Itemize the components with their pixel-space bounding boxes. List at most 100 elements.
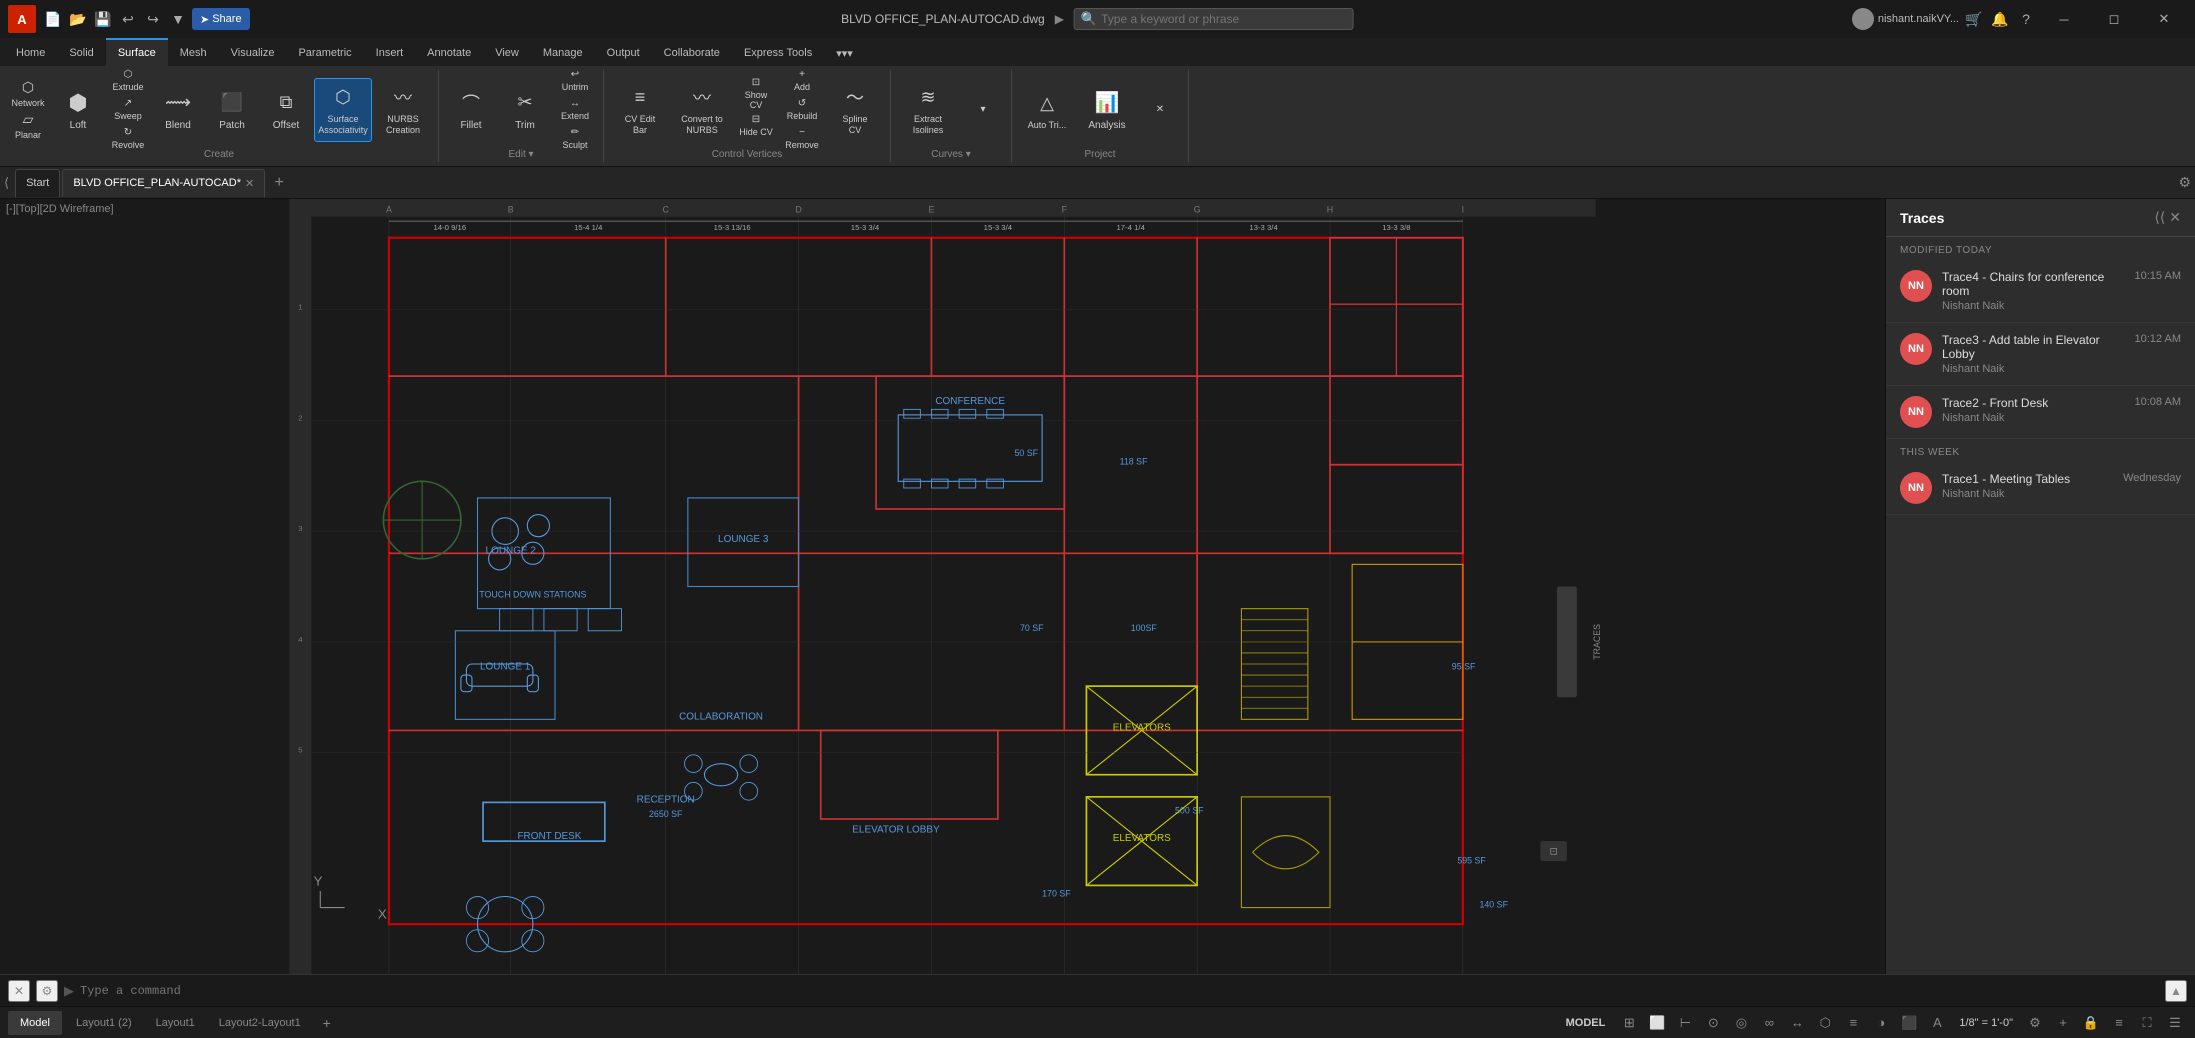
extract-isolines-button[interactable]: ≋ ExtractIsolines	[897, 78, 959, 142]
offset-button[interactable]: ⧉ Offset	[260, 78, 312, 142]
snap-icon[interactable]: ⬜	[1645, 1011, 1669, 1035]
traces-close-button[interactable]: ✕	[2169, 209, 2181, 226]
tab-close-icon[interactable]: ✕	[245, 177, 254, 190]
user-info[interactable]: nishant.naikVY...	[1852, 8, 1959, 30]
tab-collaborate[interactable]: Collaborate	[652, 38, 732, 66]
model-tab[interactable]: Model	[8, 1011, 62, 1035]
cmdline-close-button[interactable]: ✕	[8, 980, 30, 1002]
blend-button[interactable]: ⟿ Blend	[152, 78, 204, 142]
save-button[interactable]: 💾	[92, 8, 114, 30]
selection-icon[interactable]: ⬛	[1897, 1011, 1921, 1035]
command-input[interactable]	[80, 984, 2159, 998]
tab-output[interactable]: Output	[595, 38, 652, 66]
tab-solid[interactable]: Solid	[57, 38, 105, 66]
auto-tri-button[interactable]: △ Auto Tri...	[1018, 78, 1076, 142]
tab-mesh[interactable]: Mesh	[168, 38, 219, 66]
traces-collapse-button[interactable]: ⟨⟨	[2154, 209, 2165, 226]
canvas-area[interactable]: [-][Top][2D Wireframe] A B C D E F G	[0, 199, 1885, 974]
layout-tab-3[interactable]: Layout2-Layout1	[209, 1011, 311, 1035]
trace-item-2[interactable]: NN Trace2 - Front Desk Nishant Naik 10:0…	[1886, 386, 2195, 439]
trim-button[interactable]: ✂ Trim	[499, 78, 551, 142]
layout-tab-1[interactable]: Layout1 (2)	[66, 1011, 142, 1035]
layout-add-button[interactable]: +	[315, 1011, 339, 1035]
undo-button[interactable]: ↩	[117, 8, 139, 30]
dropdown-button[interactable]: ▼	[167, 8, 189, 30]
cart-button[interactable]: 🛒	[1963, 8, 1985, 30]
revolve-button[interactable]: ↻ Revolve	[106, 125, 150, 152]
nurbs-creation-button[interactable]: 〰 NURBSCreation	[374, 78, 432, 142]
patch-button[interactable]: ⬛ Patch	[206, 78, 258, 142]
add-button[interactable]: + Add	[780, 67, 824, 94]
osnap-icon[interactable]: ◎	[1729, 1011, 1753, 1035]
fullscreen-icon[interactable]: ⛶	[2135, 1011, 2159, 1035]
tab-settings-icon[interactable]: ⚙	[2178, 174, 2191, 191]
tab-surface[interactable]: Surface	[106, 38, 168, 66]
fillet-button[interactable]: ⌒ Fillet	[445, 78, 497, 142]
tab-add-button[interactable]: +	[267, 171, 291, 195]
redo-button[interactable]: ↪	[142, 8, 164, 30]
sweep-button[interactable]: ↗ Sweep	[106, 96, 150, 123]
maximize-button[interactable]: ◻	[2091, 0, 2137, 38]
tab-view[interactable]: View	[483, 38, 531, 66]
show-cv-button[interactable]: ⊡ Show CV	[734, 79, 778, 109]
close-ribbon-btn[interactable]: ✕	[1138, 95, 1182, 125]
open-button[interactable]: 📂	[67, 8, 89, 30]
analysis-button[interactable]: 📊 Analysis	[1078, 78, 1136, 142]
otrack-icon[interactable]: ∞	[1757, 1011, 1781, 1035]
tab-start[interactable]: Start	[15, 169, 60, 197]
search-box[interactable]: 🔍	[1074, 8, 1354, 30]
surface-associativity-button[interactable]: ⬡ SurfaceAssociativity	[314, 78, 372, 142]
svg-text:3: 3	[298, 524, 302, 533]
settings-icon[interactable]: ⚙	[2023, 1011, 2047, 1035]
trace-item-4[interactable]: NN Trace4 - Chairs for conference room N…	[1886, 260, 2195, 323]
lweight-icon[interactable]: ≡	[1841, 1011, 1865, 1035]
tab-annotate[interactable]: Annotate	[415, 38, 483, 66]
sculpt-button[interactable]: ✏ Sculpt	[553, 125, 597, 152]
minimize-button[interactable]: ─	[2041, 0, 2087, 38]
tab-manage[interactable]: Manage	[531, 38, 595, 66]
loft-button[interactable]: ⬢ Loft	[52, 78, 104, 142]
tab-insert[interactable]: Insert	[364, 38, 416, 66]
rebuild-button[interactable]: ↺ Rebuild	[780, 96, 824, 123]
new-button[interactable]: 📄	[42, 8, 64, 30]
spline-cv-button[interactable]: 〜 SplineCV	[826, 78, 884, 142]
search-input[interactable]	[1101, 12, 1341, 26]
ducs-icon[interactable]: ↔	[1785, 1011, 1809, 1035]
notification-button[interactable]: 🔔	[1989, 8, 2011, 30]
network-button[interactable]: ⬡ Network	[6, 79, 50, 109]
trace-item-1[interactable]: NN Trace1 - Meeting Tables Nishant Naik …	[1886, 462, 2195, 515]
trace-item-3[interactable]: NN Trace3 - Add table in Elevator Lobby …	[1886, 323, 2195, 386]
share-button[interactable]: ➤ Share	[192, 8, 250, 30]
properties-icon[interactable]: ≡	[2107, 1011, 2131, 1035]
tab-express-tools[interactable]: Express Tools	[732, 38, 824, 66]
grid-icon[interactable]: ⊞	[1617, 1011, 1641, 1035]
close-button[interactable]: ✕	[2141, 0, 2187, 38]
layout-tab-2[interactable]: Layout1	[146, 1011, 205, 1035]
help-button[interactable]: ?	[2015, 8, 2037, 30]
ortho-icon[interactable]: ⊢	[1673, 1011, 1697, 1035]
tab-visualize[interactable]: Visualize	[219, 38, 287, 66]
dyn-icon[interactable]: ⬡	[1813, 1011, 1837, 1035]
tab-main-file[interactable]: BLVD OFFICE_PLAN-AUTOCAD* ✕	[62, 169, 265, 197]
workspace-icon[interactable]: +	[2051, 1011, 2075, 1035]
extend-button[interactable]: ↔ Extend	[553, 96, 597, 123]
cv-edit-bar-button[interactable]: ≡ CV EditBar	[610, 78, 670, 142]
lock-icon[interactable]: 🔒	[2079, 1011, 2103, 1035]
tab-parametric[interactable]: Parametric	[286, 38, 363, 66]
scale-display[interactable]: 1/8" = 1'-0"	[1953, 1017, 2019, 1029]
annotate-icon[interactable]: A	[1925, 1011, 1949, 1035]
hide-cv-button[interactable]: ⊟ Hide CV	[734, 111, 778, 141]
convert-nurbs-button[interactable]: 〰 Convert toNURBS	[672, 78, 732, 142]
extrude-button[interactable]: ⬡ Extrude	[106, 67, 150, 94]
statusbar-settings-icon[interactable]: ☰	[2163, 1011, 2187, 1035]
polar-icon[interactable]: ⊙	[1701, 1011, 1725, 1035]
remove-button[interactable]: − Remove	[780, 125, 824, 152]
planar-button[interactable]: ▱ Planar	[6, 111, 50, 141]
curves-more-button[interactable]: ▾	[961, 95, 1005, 125]
cmdline-scroll-up[interactable]: ▲	[2165, 980, 2187, 1002]
transparency-icon[interactable]: ◑	[1869, 1011, 1893, 1035]
tab-more[interactable]: ▾▾▾	[824, 38, 865, 66]
tab-home[interactable]: Home	[4, 38, 57, 66]
cmdline-settings-button[interactable]: ⚙	[36, 980, 58, 1002]
untrim-button[interactable]: ↩ Untrim	[553, 67, 597, 94]
